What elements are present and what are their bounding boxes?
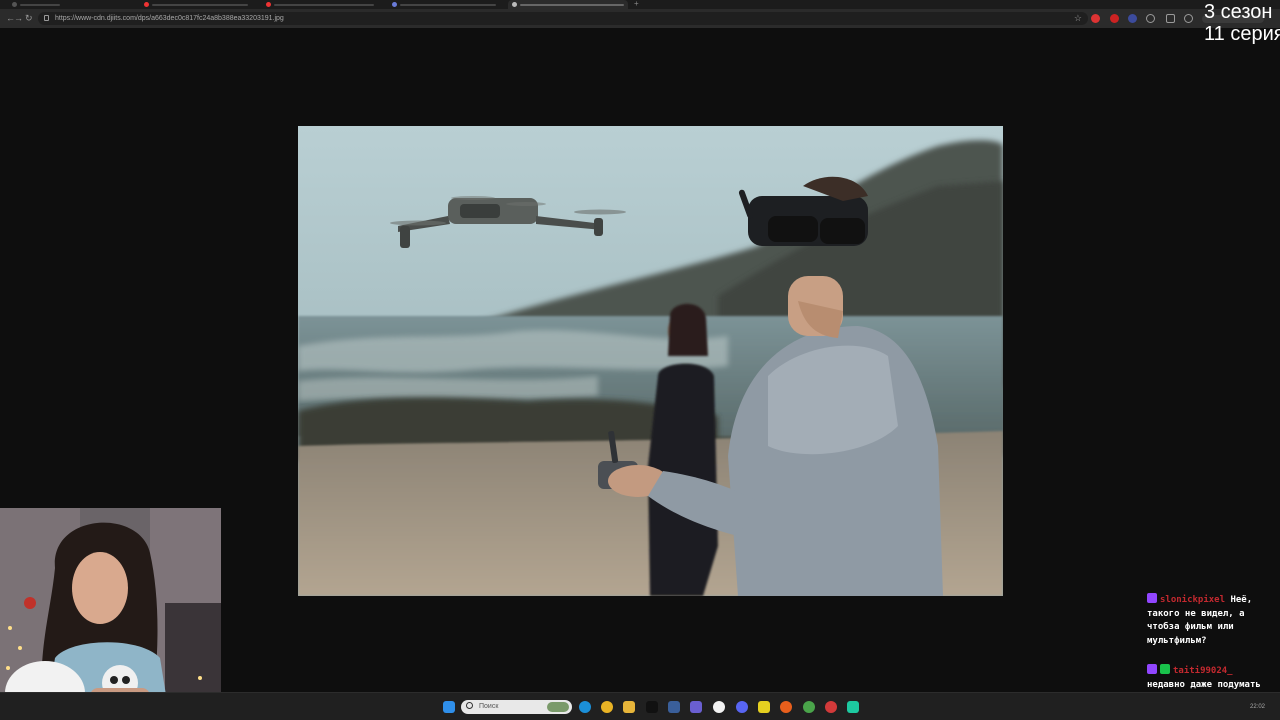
tab-favicon-icon [392,2,397,7]
drone-photo-illustration [298,126,1003,596]
obs-icon[interactable] [825,701,837,713]
chrome-profile-icon[interactable] [803,701,815,713]
browser-tab-strip: + [0,0,1280,9]
season-overlay: 3 сезон 11 серия [1204,1,1280,45]
search-icon [466,702,473,709]
new-tab-icon[interactable]: + [634,0,639,8]
browser-tab[interactable] [8,0,64,9]
verified-badge-icon [1160,664,1170,674]
lock-icon [44,15,49,21]
drone-photo[interactable] [298,126,1003,596]
browser-tab-active[interactable] [508,0,628,9]
app-icon[interactable] [847,701,859,713]
app-icon[interactable] [668,701,680,713]
firefox-icon[interactable] [780,701,792,713]
browser-toolbar: ← → ↻ https://www-cdn.djiits.com/dps/a66… [0,9,1280,28]
chrome-icon[interactable] [601,701,613,713]
taskbar-search[interactable]: Поиск [461,700,572,714]
address-bar[interactable]: https://www-cdn.djiits.com/dps/a663dec0c… [38,12,1088,25]
chat-username: taiti99024_ [1173,666,1233,676]
extension-icon[interactable] [1146,14,1155,23]
webcam-overlay [0,508,221,720]
twitch-badge-icon [1147,664,1157,674]
search-highlight-icon [547,702,569,712]
yandex-icon[interactable] [713,701,725,713]
tiktok-icon[interactable] [646,701,658,713]
chat-message: slonickpixel Неё, такого не видел, а что… [1147,593,1275,648]
youtube-favicon-icon [144,2,149,7]
browser-tab[interactable] [388,0,500,9]
youtube-favicon-icon [266,2,271,7]
season-label: 3 сезон [1204,1,1273,23]
extension-icon[interactable] [1091,14,1100,23]
tab-favicon-icon [512,2,517,7]
extension-icon[interactable] [1128,14,1137,23]
windows-start-icon[interactable] [443,701,455,713]
favorites-icon[interactable] [1184,14,1193,23]
tab-favicon-icon [12,2,17,7]
file-explorer-icon[interactable] [623,701,635,713]
teams-icon[interactable] [690,701,702,713]
url-text: https://www-cdn.djiits.com/dps/a663dec0c… [55,15,284,22]
reload-icon[interactable]: ↻ [25,12,33,24]
bookmark-star-icon[interactable]: ☆ [1074,12,1082,25]
webcam-feed [0,508,221,720]
extension-icon[interactable] [1110,14,1119,23]
discord-icon[interactable] [736,701,748,713]
extensions-puzzle-icon[interactable] [1166,14,1175,23]
app-icon[interactable] [758,701,770,713]
episode-label: 11 серия [1204,23,1280,45]
search-placeholder: Поиск [479,703,499,710]
twitch-badge-icon [1147,593,1157,603]
forward-icon[interactable]: → [14,12,23,24]
edge-icon[interactable] [579,701,591,713]
windows-taskbar: Поиск 22:02 [0,692,1280,720]
taskbar-clock[interactable]: 22:02 [1250,702,1265,712]
browser-tab[interactable] [262,0,378,9]
browser-tab[interactable] [140,0,252,9]
chat-username: slonickpixel [1160,595,1226,605]
